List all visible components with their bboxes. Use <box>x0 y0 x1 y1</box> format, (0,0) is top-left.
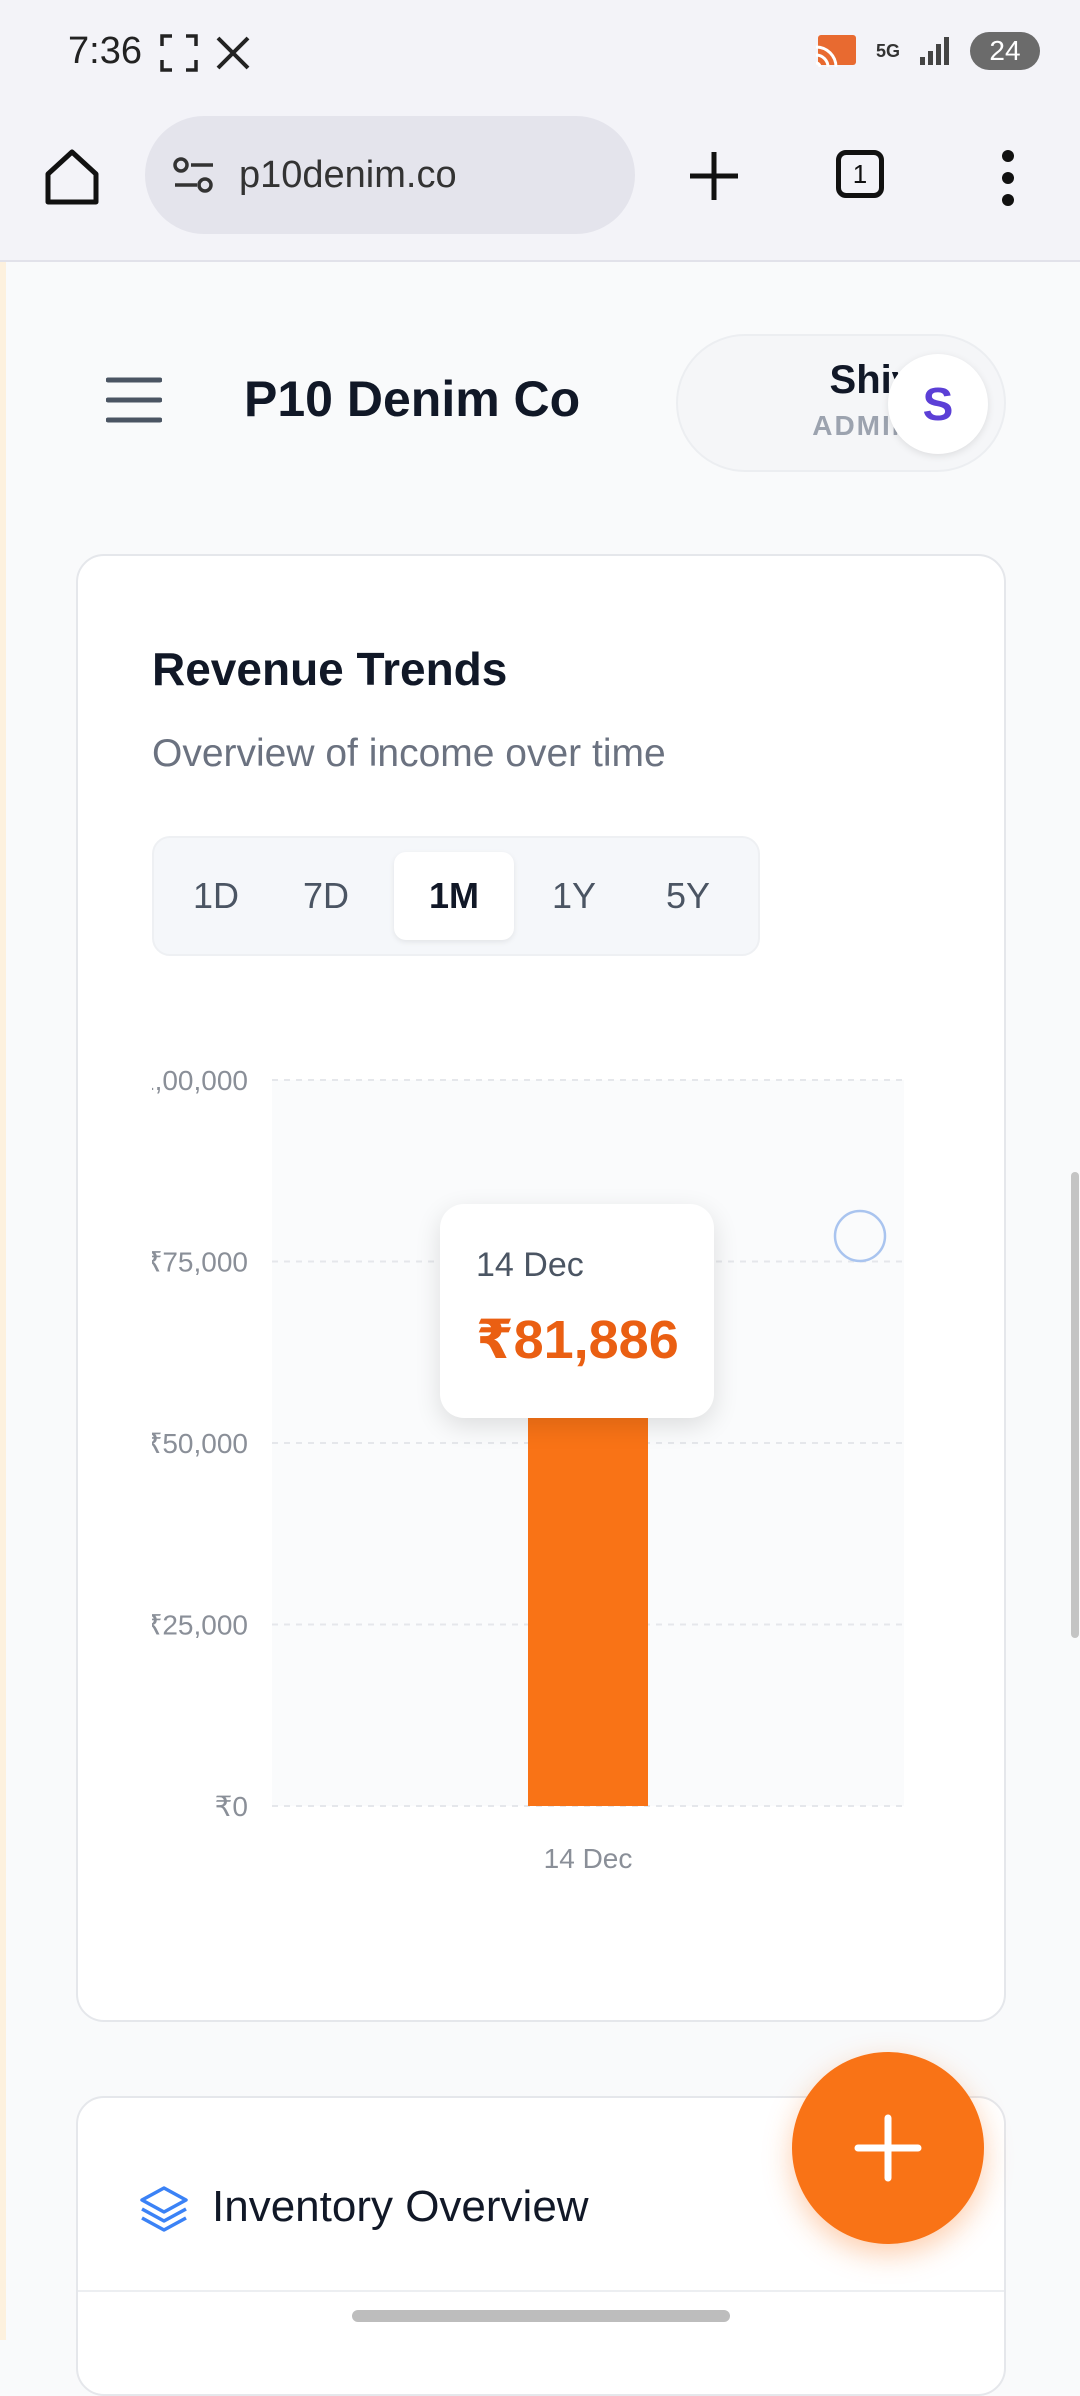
url-bar[interactable]: p10denim.co <box>145 116 635 234</box>
x-tick-label: 14 Dec <box>544 1843 633 1874</box>
page-edge <box>0 262 6 2340</box>
plus-icon <box>854 2114 922 2182</box>
status-right-icons: 5G 24 <box>814 32 1040 70</box>
screenshot-icon <box>160 34 198 72</box>
y-tick-label: ₹25,000 <box>145 1610 248 1641</box>
y-tick-label: ₹50,000 <box>145 1428 248 1459</box>
signal-icon <box>920 37 949 65</box>
status-time: 7:36 <box>68 30 142 72</box>
home-indicator[interactable] <box>352 2310 730 2322</box>
chart-tooltip: 14 Dec ₹81,886 <box>440 1204 714 1418</box>
user-profile-chip[interactable]: Shiv ADMIN S <box>676 334 1006 472</box>
y-tick-label: ₹0 <box>215 1791 248 1822</box>
layers-icon <box>140 2186 188 2232</box>
status-bar: 7:36 5G 24 <box>0 0 1080 110</box>
add-fab-button[interactable] <box>792 2052 984 2244</box>
battery-indicator: 24 <box>970 32 1040 70</box>
page-scrollbar[interactable] <box>1071 1172 1079 1638</box>
url-text[interactable]: p10denim.co <box>239 154 457 197</box>
y-tick-label: ₹1,00,000 <box>121 1065 248 1096</box>
avatar[interactable]: S <box>888 354 988 454</box>
tooltip-date: 14 Dec <box>476 1246 584 1284</box>
inventory-title: Inventory Overview <box>212 2182 589 2231</box>
tab-switcher-button[interactable]: 1 <box>836 150 884 198</box>
cast-icon <box>815 35 856 68</box>
site-settings-icon[interactable] <box>171 152 217 198</box>
tooltip-value: ₹81,886 <box>476 1310 679 1370</box>
brand-title: P10 Denim Co <box>244 371 581 427</box>
new-tab-icon[interactable] <box>684 146 744 206</box>
status-left-icons <box>160 34 252 72</box>
browser-toolbar: p10denim.co 1 <box>0 110 1080 262</box>
y-tick-label: ₹75,000 <box>145 1247 248 1278</box>
user-role: ADMIN <box>812 410 914 441</box>
hamburger-menu-icon[interactable] <box>106 372 162 428</box>
network-type-label: 5G <box>875 40 900 61</box>
card-divider <box>78 2290 1004 2292</box>
x-app-icon <box>216 36 250 70</box>
revenue-trends-card: Revenue Trends Overview of income over t… <box>76 554 1006 2022</box>
home-icon[interactable] <box>40 144 104 208</box>
more-options-icon[interactable] <box>996 146 1020 210</box>
